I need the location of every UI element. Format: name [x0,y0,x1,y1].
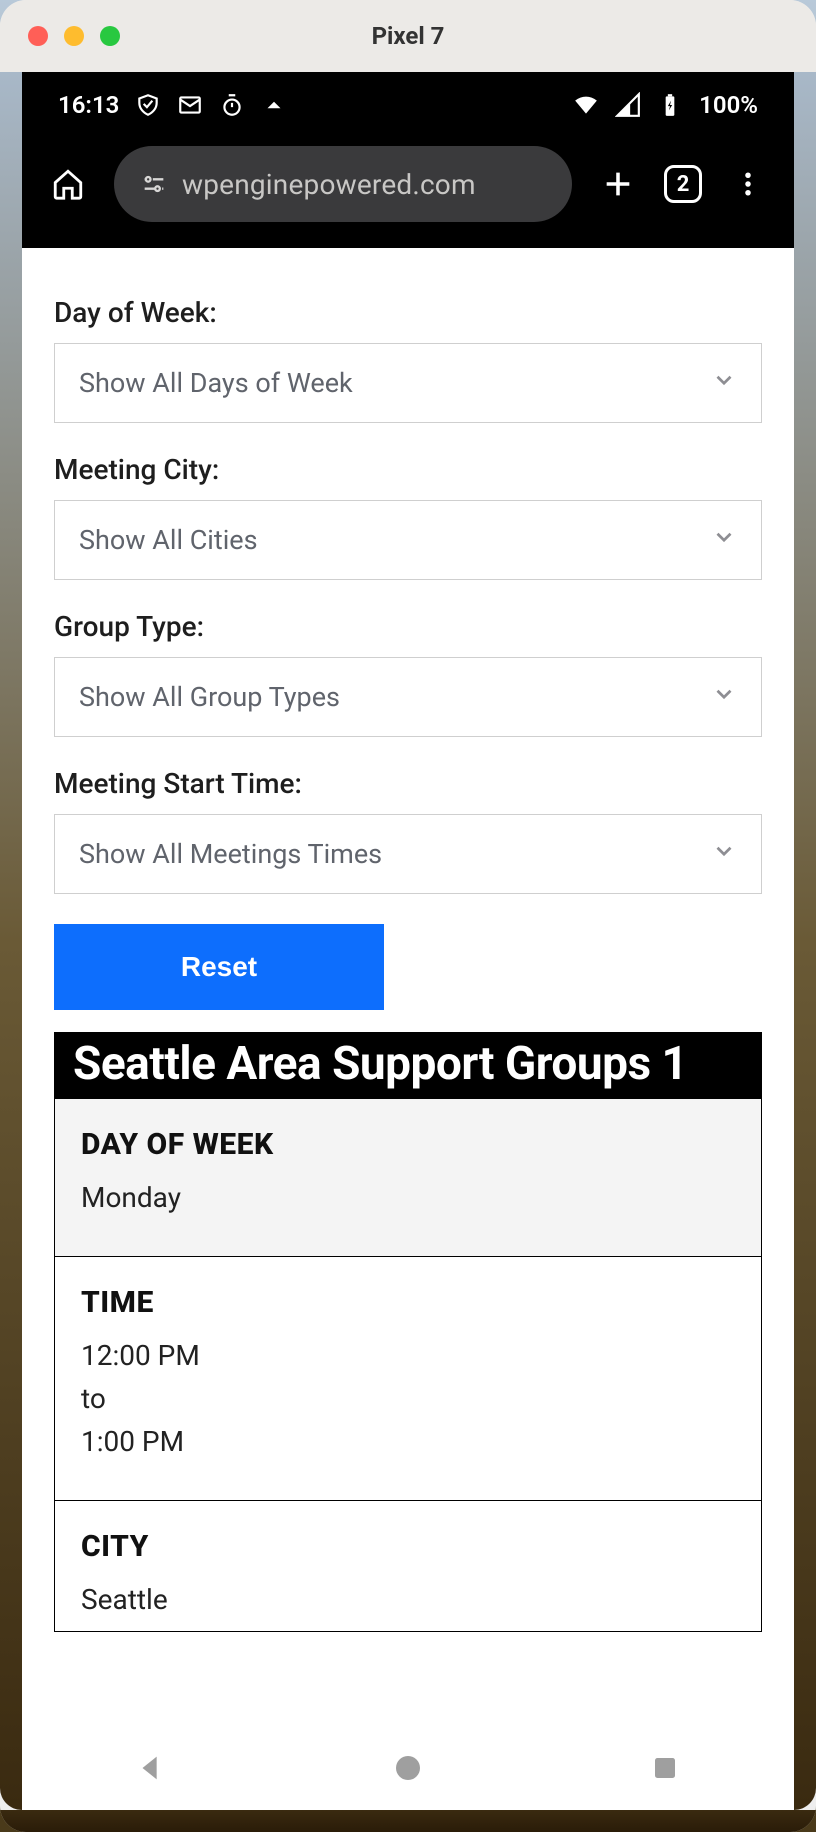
meeting-city-header: CITY [81,1529,735,1564]
filter-meeting-start-time: Meeting Start Time: Show All Meetings Ti… [54,767,762,894]
meeting-day-header: DAY OF WEEK [81,1127,735,1162]
site-settings-icon [140,170,168,198]
meeting-time-end: 1:00 PM [81,1420,735,1463]
filter-city-value: Show All Cities [79,524,258,556]
meeting-city-value: Seattle [81,1578,735,1621]
chevron-down-icon [711,367,737,400]
android-recents-button[interactable] [645,1748,685,1788]
chrome-tab-count: 2 [677,172,690,197]
filter-group-type: Group Type: Show All Group Types [54,610,762,737]
filter-meeting-city: Meeting City: Show All Cities [54,453,762,580]
filter-city-select[interactable]: Show All Cities [54,500,762,580]
page-content[interactable]: Day of Week: Show All Days of Week Meeti… [22,248,794,1810]
meeting-card-title: Seattle Area Support Groups 1 [73,1043,743,1085]
filter-type-select[interactable]: Show All Group Types [54,657,762,737]
meeting-day-value: Monday [81,1176,735,1219]
wallpaper-left [0,72,22,1810]
reset-button-label: Reset [181,951,257,983]
mac-titlebar: Pixel 7 [0,0,816,72]
meeting-row-city: CITY Seattle [55,1500,761,1631]
battery-percent: 100% [699,91,758,119]
chevron-down-icon [711,681,737,714]
filter-type-value: Show All Group Types [79,681,340,713]
filter-time-label: Meeting Start Time: [54,767,762,800]
statusbar: 16:13 [22,72,794,138]
traffic-lights [28,26,120,46]
window-fullscreen-button[interactable] [100,26,120,46]
filter-type-label: Group Type: [54,610,762,643]
meeting-row-time: TIME 12:00 PM to 1:00 PM [55,1256,761,1500]
chevron-down-icon [711,524,737,557]
filter-day-label: Day of Week: [54,296,762,329]
meeting-time-header: TIME [81,1285,735,1320]
reset-button[interactable]: Reset [54,924,384,1010]
filter-time-select[interactable]: Show All Meetings Times [54,814,762,894]
android-statusbar-area: 16:13 [22,72,794,248]
statusbar-clock: 16:13 [58,91,119,119]
chrome-tab-switcher[interactable]: 2 [664,165,702,203]
filter-day-value: Show All Days of Week [79,367,353,399]
filter-city-label: Meeting City: [54,453,762,486]
omnibox-url: wpenginepowered.com [182,168,476,201]
meeting-card: Seattle Area Support Groups 1 DAY OF WEE… [54,1032,762,1632]
device-viewport: 16:13 [22,72,794,1810]
meeting-time-sep: to [81,1377,735,1420]
mac-window: Pixel 7 16:13 [0,0,816,1832]
notification-more-icon [261,92,275,118]
chrome-home-button[interactable] [46,162,90,206]
android-home-button[interactable] [388,1748,428,1788]
cellular-signal-icon [615,92,641,118]
wallpaper-right [794,72,816,1810]
chrome-toolbar: wpenginepowered.com 2 [22,138,794,248]
mac-window-title: Pixel 7 [372,22,445,50]
meeting-row-day: DAY OF WEEK Monday [55,1099,761,1255]
filter-day-select[interactable]: Show All Days of Week [54,343,762,423]
meeting-time-start: 12:00 PM [81,1334,735,1377]
window-close-button[interactable] [28,26,48,46]
notification-gmail-icon [177,92,203,118]
filter-time-value: Show All Meetings Times [79,838,382,870]
filter-day-of-week: Day of Week: Show All Days of Week [54,296,762,423]
android-back-button[interactable] [131,1748,171,1788]
chevron-down-icon [711,838,737,871]
wifi-icon [573,92,599,118]
window-minimize-button[interactable] [64,26,84,46]
notification-shield-icon [135,92,161,118]
chrome-omnibox[interactable]: wpenginepowered.com [114,146,572,222]
chrome-new-tab-button[interactable] [596,162,640,206]
meeting-card-header: Seattle Area Support Groups 1 [55,1033,761,1099]
wallpaper-bottom [0,1810,816,1832]
notification-timer-icon [219,92,245,118]
battery-charging-icon [657,92,683,118]
android-nav-bar [22,1726,794,1810]
chrome-menu-button[interactable] [726,162,770,206]
